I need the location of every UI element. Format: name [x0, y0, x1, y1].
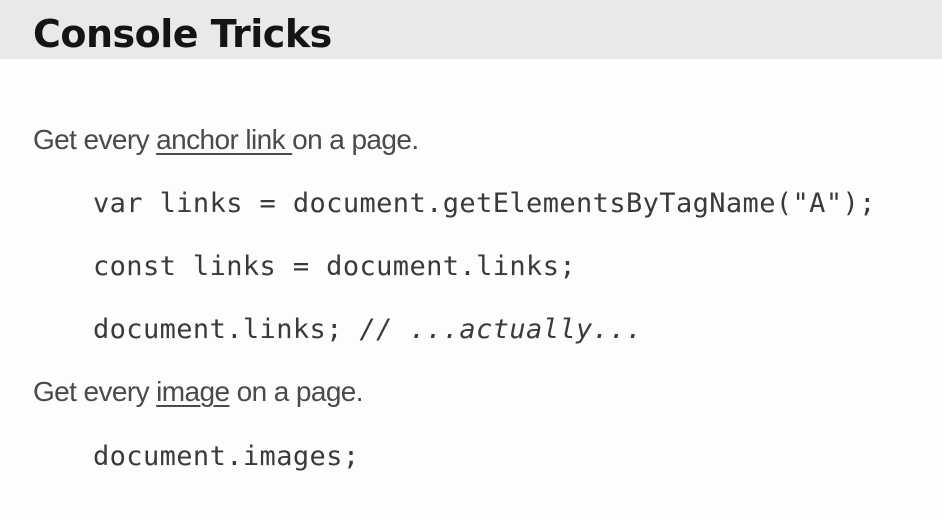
code-document-links: document.links;: [93, 314, 360, 345]
title-bar: Console Tricks: [0, 0, 942, 59]
anchor-link-heading: Get every anchor link on a page.: [33, 123, 419, 157]
anchor-heading-prefix: Get every: [33, 124, 157, 155]
code-line-document-images: document.images;: [93, 441, 360, 472]
code-line-const-links: const links = document.links;: [93, 251, 577, 282]
image-link[interactable]: image: [156, 376, 230, 407]
anchor-heading-suffix: on a page.: [292, 124, 419, 155]
code-comment: // ...actually...: [359, 314, 643, 345]
anchor-link[interactable]: anchor link: [156, 124, 292, 155]
code-line-get-elements: var links = document.getElementsByTagNam…: [93, 188, 876, 219]
slide-title: Console Tricks: [33, 12, 332, 56]
image-heading-suffix: on a page.: [229, 376, 364, 407]
image-heading-prefix: Get every: [33, 376, 157, 407]
code-line-document-links: document.links; // ...actually...: [93, 313, 643, 347]
image-heading: Get every image on a page.: [33, 375, 364, 409]
